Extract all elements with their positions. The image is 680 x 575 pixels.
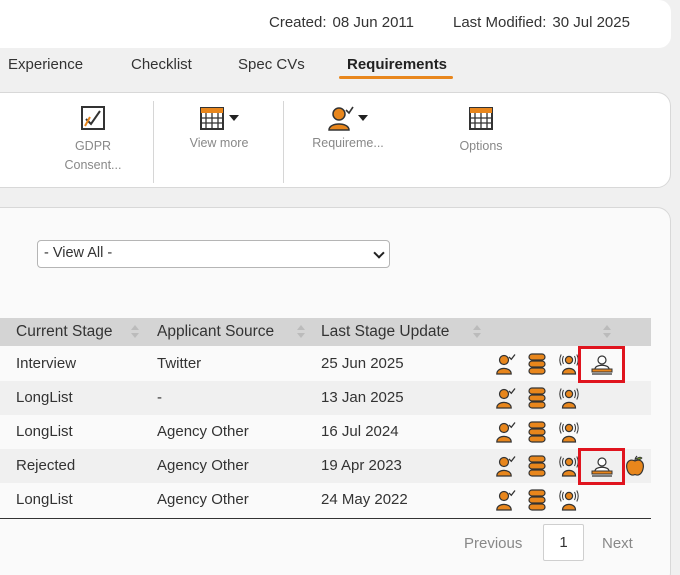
requirements-button[interactable]: Requireme... — [303, 105, 393, 153]
highlight-box — [578, 448, 625, 485]
stage-cell: Rejected — [16, 457, 76, 474]
person-check-icon[interactable] — [496, 489, 516, 511]
source-cell: - — [157, 389, 162, 406]
stack-icon[interactable] — [527, 387, 547, 409]
next-page-button[interactable]: Next — [602, 535, 633, 552]
person-check-icon[interactable] — [496, 455, 516, 477]
view-filter-select[interactable]: - View All - — [37, 240, 390, 268]
source-cell: Twitter — [157, 355, 202, 372]
table-row[interactable]: LongList Agency Other 24 May 2022 — [0, 483, 651, 517]
toolbar-divider — [283, 101, 284, 183]
person-broadcast-icon[interactable] — [559, 455, 579, 477]
table-row[interactable]: Interview Twitter 25 Jun 2025 — [0, 347, 651, 381]
view-filter-value: - View All - — [44, 245, 113, 261]
stack-icon[interactable] — [527, 455, 547, 477]
person-broadcast-icon[interactable] — [559, 421, 579, 443]
column-current-stage[interactable]: Current Stage — [16, 323, 113, 341]
previous-page-button[interactable]: Previous — [464, 535, 522, 552]
gdpr-consent-icon — [81, 106, 105, 130]
updated-cell: 25 Jun 2025 — [321, 355, 404, 372]
action-toolbar: GDPR Consent... View more Requireme... O… — [0, 92, 671, 188]
stack-icon[interactable] — [527, 353, 547, 375]
tab-checklist[interactable]: Checklist — [131, 56, 192, 73]
person-check-icon[interactable] — [496, 421, 516, 443]
stack-icon[interactable] — [527, 489, 547, 511]
last-modified-date: Last Modified: 30 Jul 2025 — [453, 14, 630, 31]
table-bottom-border — [0, 518, 651, 519]
stage-cell: LongList — [16, 491, 73, 508]
view-more-label: View more — [189, 136, 249, 150]
updated-cell: 19 Apr 2023 — [321, 457, 402, 474]
toolbar-divider — [153, 101, 154, 183]
sort-icon[interactable] — [131, 325, 139, 339]
column-applicant-source[interactable]: Applicant Source — [157, 323, 274, 341]
page-number-button[interactable]: 1 — [543, 524, 584, 561]
person-check-icon[interactable] — [496, 387, 516, 409]
requirements-label: Requireme... — [312, 136, 384, 150]
source-cell: Agency Other — [157, 491, 249, 508]
source-cell: Agency Other — [157, 457, 249, 474]
options-label: Options — [459, 139, 503, 153]
highlight-box — [578, 346, 625, 383]
chevron-down-icon — [373, 247, 385, 259]
apple-icon[interactable] — [625, 455, 645, 477]
tab-experience[interactable]: Experience — [8, 56, 83, 73]
stage-cell: LongList — [16, 423, 73, 440]
options-button[interactable]: Options — [451, 105, 511, 156]
updated-cell: 16 Jul 2024 — [321, 423, 399, 440]
person-check-icon[interactable] — [496, 353, 516, 375]
stack-icon[interactable] — [527, 421, 547, 443]
chevron-down-icon — [358, 115, 368, 121]
view-more-button[interactable]: View more — [177, 105, 261, 153]
sort-icon[interactable] — [603, 325, 611, 339]
source-cell: Agency Other — [157, 423, 249, 440]
calendar-grid-icon — [469, 107, 493, 130]
created-label: Created: — [269, 14, 327, 31]
person-check-icon — [328, 106, 354, 131]
sort-icon[interactable] — [297, 325, 305, 339]
created-value: 08 Jun 2011 — [332, 14, 415, 31]
active-tab-indicator — [339, 76, 453, 79]
tab-requirements[interactable]: Requirements — [347, 56, 447, 73]
modified-label: Last Modified: — [453, 14, 547, 31]
stage-cell: LongList — [16, 389, 73, 406]
tab-spec-cvs[interactable]: Spec CVs — [238, 56, 305, 73]
person-broadcast-icon[interactable] — [559, 387, 579, 409]
table-row[interactable]: LongList - 13 Jan 2025 — [0, 381, 651, 415]
modified-value: 30 Jul 2025 — [552, 14, 630, 31]
stage-cell: Interview — [16, 355, 77, 372]
person-broadcast-icon[interactable] — [559, 489, 579, 511]
updated-cell: 13 Jan 2025 — [321, 389, 404, 406]
updated-cell: 24 May 2022 — [321, 491, 408, 508]
gdpr-consent-button[interactable]: GDPR Consent... — [55, 105, 131, 175]
gdpr-label: GDPR — [74, 139, 112, 153]
person-broadcast-icon[interactable] — [559, 353, 579, 375]
created-date: Created: 08 Jun 2011 — [269, 14, 414, 31]
gdpr-label-2: Consent... — [64, 158, 122, 172]
table-header: Current Stage Applicant Source Last Stag… — [0, 318, 651, 346]
table-row[interactable]: Rejected Agency Other 19 Apr 2023 — [0, 449, 651, 483]
calendar-grid-icon — [200, 107, 224, 130]
sort-icon[interactable] — [473, 325, 481, 339]
column-last-stage-update[interactable]: Last Stage Update — [321, 323, 449, 341]
chevron-down-icon — [229, 115, 239, 121]
table-row[interactable]: LongList Agency Other 16 Jul 2024 — [0, 415, 651, 449]
